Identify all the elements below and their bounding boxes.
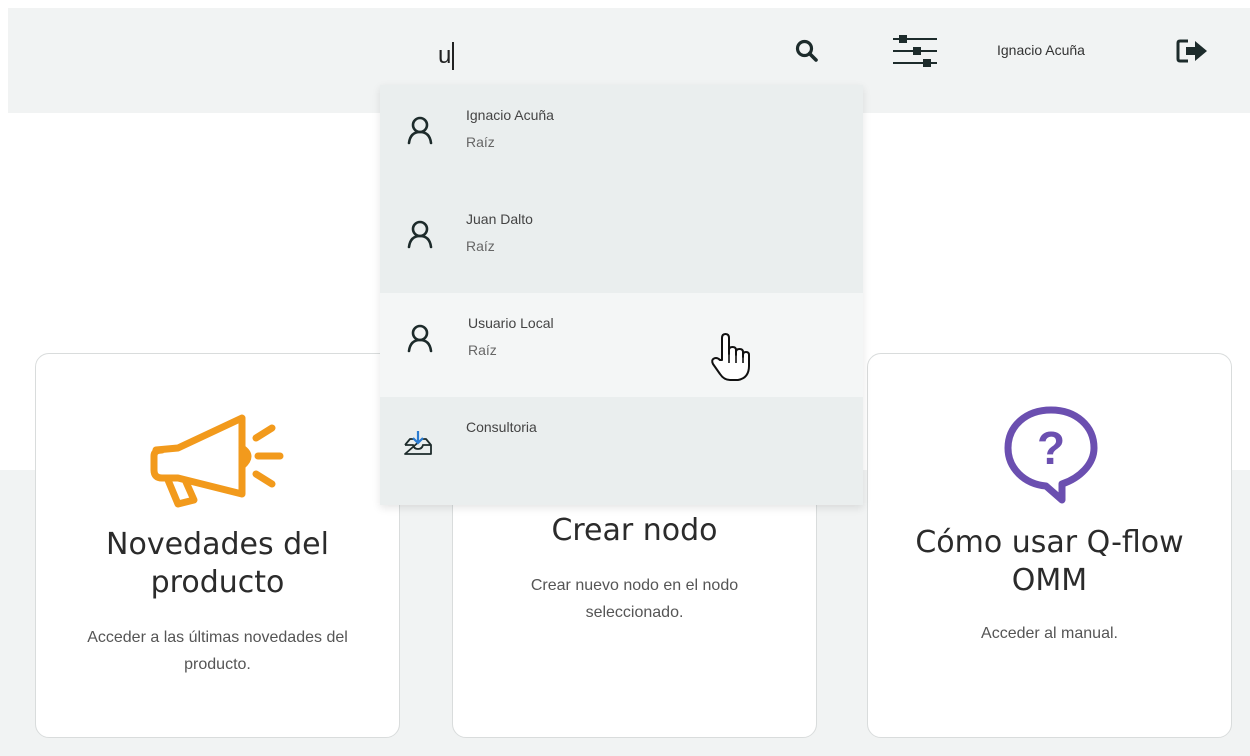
result-path: Raíz xyxy=(466,134,495,150)
result-name: Consultoria xyxy=(466,419,537,435)
user-icon xyxy=(407,220,433,249)
logout-icon[interactable] xyxy=(1175,36,1211,66)
card-product-news[interactable]: Novedades del producto Acceder a las últ… xyxy=(35,353,400,738)
question-bubble-icon: ? xyxy=(1004,406,1098,504)
card-title: Crear nodo xyxy=(551,513,718,548)
result-name: Ignacio Acuña xyxy=(466,107,554,123)
result-path: Raíz xyxy=(468,342,497,358)
result-item-node[interactable]: Consultoria xyxy=(380,397,863,501)
filter-sliders-icon[interactable] xyxy=(891,32,939,70)
user-icon xyxy=(407,324,433,353)
current-user-name[interactable]: Ignacio Acuña xyxy=(997,42,1085,58)
inbox-download-icon xyxy=(404,431,432,455)
result-path: Raíz xyxy=(466,238,495,254)
megaphone-icon xyxy=(150,414,284,508)
search-input[interactable]: u xyxy=(438,42,455,70)
result-name: Juan Dalto xyxy=(466,211,533,227)
search-icon[interactable] xyxy=(794,38,820,64)
card-title: Novedades del producto xyxy=(106,527,329,600)
card-title: Cómo usar Q-flow OMM xyxy=(915,525,1184,598)
card-description: Acceder al manual. xyxy=(981,625,1118,642)
svg-text:?: ? xyxy=(1037,422,1065,474)
user-icon xyxy=(407,116,433,145)
card-description: Crear nuevo nodo en el nodo seleccionado… xyxy=(530,577,739,621)
result-item-user[interactable]: Usuario Local Raíz xyxy=(380,293,863,397)
result-item-user[interactable]: Ignacio Acuña Raíz xyxy=(380,85,863,189)
result-item-user[interactable]: Juan Dalto Raíz xyxy=(380,189,863,293)
search-results-dropdown: Ignacio Acuña Raíz Juan Dalto Raíz Usuar… xyxy=(380,85,863,505)
result-name: Usuario Local xyxy=(468,315,554,331)
card-description: Acceder a las últimas novedades del prod… xyxy=(87,629,348,673)
search-input-value: u xyxy=(438,42,452,69)
text-caret xyxy=(452,42,455,70)
card-how-to-use[interactable]: ? Cómo usar Q-flow OMM Acceder al manual… xyxy=(867,353,1232,738)
